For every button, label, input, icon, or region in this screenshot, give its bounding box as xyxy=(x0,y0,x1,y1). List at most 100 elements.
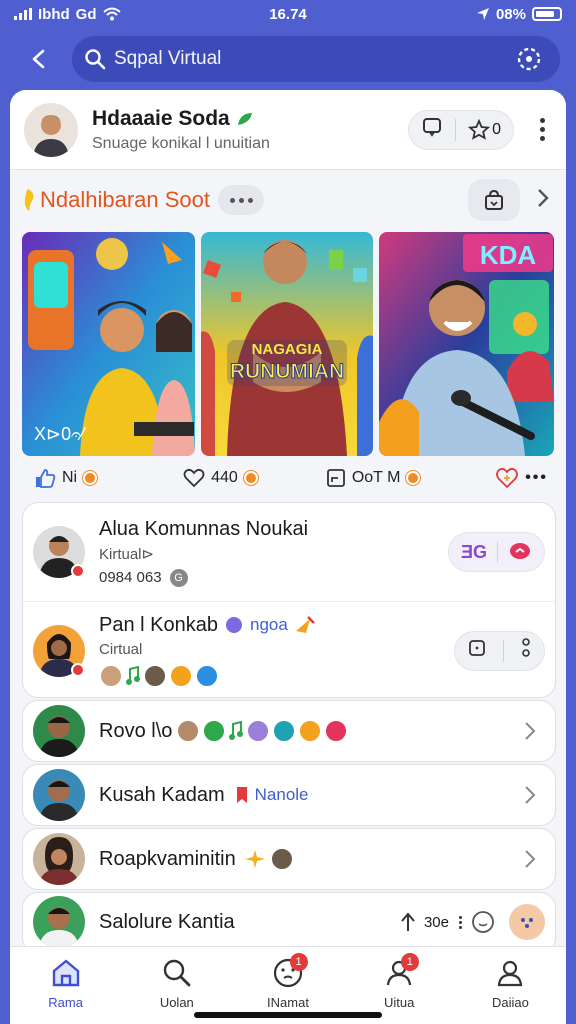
section-more-button[interactable] xyxy=(218,185,265,215)
list-item[interactable]: Kusah Kadam Nanole xyxy=(22,764,556,826)
row-title: Roapkvaminitin xyxy=(99,847,236,870)
row-meta: 0984 063 G xyxy=(99,568,308,587)
chevron-right-icon xyxy=(525,722,536,740)
loading-button[interactable] xyxy=(510,40,548,78)
thumb-2-banner-top: NAGAGIA xyxy=(252,341,323,358)
star-button[interactable]: 0 xyxy=(468,118,501,141)
gallery-thumb-3[interactable]: KDA xyxy=(379,232,554,456)
chat-icon xyxy=(423,118,442,137)
row-title: Alua Komunnas Noukai xyxy=(99,517,309,540)
profile-icon xyxy=(498,960,523,987)
back-button[interactable] xyxy=(16,36,62,82)
battery-icon xyxy=(532,7,562,21)
wifi-icon xyxy=(102,7,121,21)
dots-face-icon xyxy=(521,918,533,928)
heart-count: 440 xyxy=(211,469,238,486)
mini-avatar xyxy=(195,663,219,688)
battery-label: 08% xyxy=(495,5,526,23)
more-vertical-icon xyxy=(522,638,530,657)
member-avatars xyxy=(99,663,316,688)
emoji-sparkle-icon xyxy=(295,616,315,633)
like-count: Ni xyxy=(62,469,78,486)
heart-button[interactable]: 440 xyxy=(183,468,258,488)
status-bar: Ibhd Gd 16.74 08% xyxy=(0,0,576,28)
home-indicator xyxy=(194,1012,382,1018)
share-icon xyxy=(326,469,345,487)
message-bubble-icon xyxy=(510,543,530,559)
row-tag: Nanole xyxy=(254,785,309,804)
share-dot-icon xyxy=(406,471,421,485)
notification-badge: 1 xyxy=(400,953,419,971)
profile-avatar[interactable] xyxy=(24,102,78,157)
info-icon: G xyxy=(169,568,188,587)
bookmark-icon xyxy=(236,787,247,803)
star-count: 0 xyxy=(492,120,501,138)
search-input[interactable]: Sqpal Virtual xyxy=(72,36,560,82)
mini-avatar xyxy=(99,663,123,688)
chat-button[interactable] xyxy=(421,116,443,143)
emoji-row xyxy=(176,719,349,743)
leaf-icon xyxy=(237,112,252,125)
content-sheet: Hdaaaie Soda Snuage konikal l unuitian 0… xyxy=(10,90,566,946)
avatar xyxy=(33,896,85,946)
location-icon xyxy=(476,8,489,20)
profile-subtitle: Snuage konikal l unuitian xyxy=(92,134,270,152)
list-item[interactable]: Salolure Kantia 30e xyxy=(22,892,556,946)
bag-button[interactable] xyxy=(468,179,520,221)
like-dot-icon xyxy=(83,471,98,485)
heart-dot-icon xyxy=(243,471,258,485)
tab-home[interactable]: Rama xyxy=(10,947,121,1024)
row-subtitle: Cirtual xyxy=(99,640,143,658)
tab-label: Uitua xyxy=(384,995,415,1010)
like-button[interactable]: Ni xyxy=(34,467,98,489)
row-title: Salolure Kantia xyxy=(99,910,235,933)
online-badge xyxy=(71,662,85,677)
thumb-2-banner-bottom: RUNUMIAN xyxy=(230,360,344,383)
gallery-thumb-2[interactable]: NAGAGIA RUNUMIAN xyxy=(201,232,373,456)
profile-name: Hdaaaie Soda xyxy=(92,106,230,130)
react-more-button[interactable]: ••• xyxy=(495,467,548,489)
search-icon xyxy=(163,959,191,987)
avatar xyxy=(33,769,85,821)
community-card: Alua Komunnas Noukai Kirtual⊳ 0984 063 G… xyxy=(22,502,556,698)
avatar xyxy=(33,705,85,757)
list-item[interactable]: Roapkvaminitin xyxy=(22,828,556,890)
more-options-button[interactable] xyxy=(532,118,552,141)
row-more-button[interactable] xyxy=(455,915,465,929)
tab-label: Daiiao xyxy=(491,995,529,1010)
reaction-fab[interactable] xyxy=(509,904,545,940)
music-note-icon xyxy=(229,721,244,740)
share-button[interactable]: OoT M xyxy=(326,468,421,488)
share-count: OoT M xyxy=(351,469,401,486)
sparkle-icon xyxy=(244,850,265,868)
mini-avatar xyxy=(202,719,227,743)
mini-avatar xyxy=(269,847,294,871)
square-button[interactable] xyxy=(467,638,487,663)
tab-label: Rama xyxy=(48,995,83,1010)
row-actions-pill xyxy=(454,630,545,671)
search-text: Sqpal Virtual xyxy=(114,48,222,69)
mini-avatar xyxy=(246,719,271,743)
row-chevron xyxy=(515,780,545,810)
row-count: 30e xyxy=(423,913,449,931)
home-icon xyxy=(52,959,79,987)
signal-icon xyxy=(14,8,32,20)
tab-profile[interactable]: Daiiao xyxy=(455,947,566,1024)
media-gallery: X⊳0𝄐⁄ NAGAGIA RUNUMIAN KDA xyxy=(22,232,556,456)
row-more-button[interactable] xyxy=(520,637,532,664)
list-item[interactable]: Pan l Konkab ngoa Cirtual xyxy=(23,601,555,699)
row-inline-tag: ngoa xyxy=(249,615,288,634)
row-badge-pill[interactable]: ƎG xyxy=(447,532,545,572)
list-item[interactable]: Rovo l\o xyxy=(22,700,556,762)
back-arrow-icon xyxy=(32,49,45,69)
thumb-1-caption: X⊳0𝄐⁄ xyxy=(34,424,87,444)
list-item[interactable]: Alua Komunnas Noukai Kirtual⊳ 0984 063 G… xyxy=(23,503,555,601)
mini-avatar xyxy=(223,615,244,635)
notification-badge: 1 xyxy=(289,953,308,971)
top-bar: Sqpal Virtual xyxy=(0,28,576,90)
heart-sparkle-icon xyxy=(496,467,519,489)
section-next-button[interactable] xyxy=(534,187,552,214)
square-icon xyxy=(469,640,485,656)
gallery-thumb-1[interactable]: X⊳0𝄐⁄ xyxy=(22,232,195,456)
bag-icon xyxy=(485,189,503,210)
